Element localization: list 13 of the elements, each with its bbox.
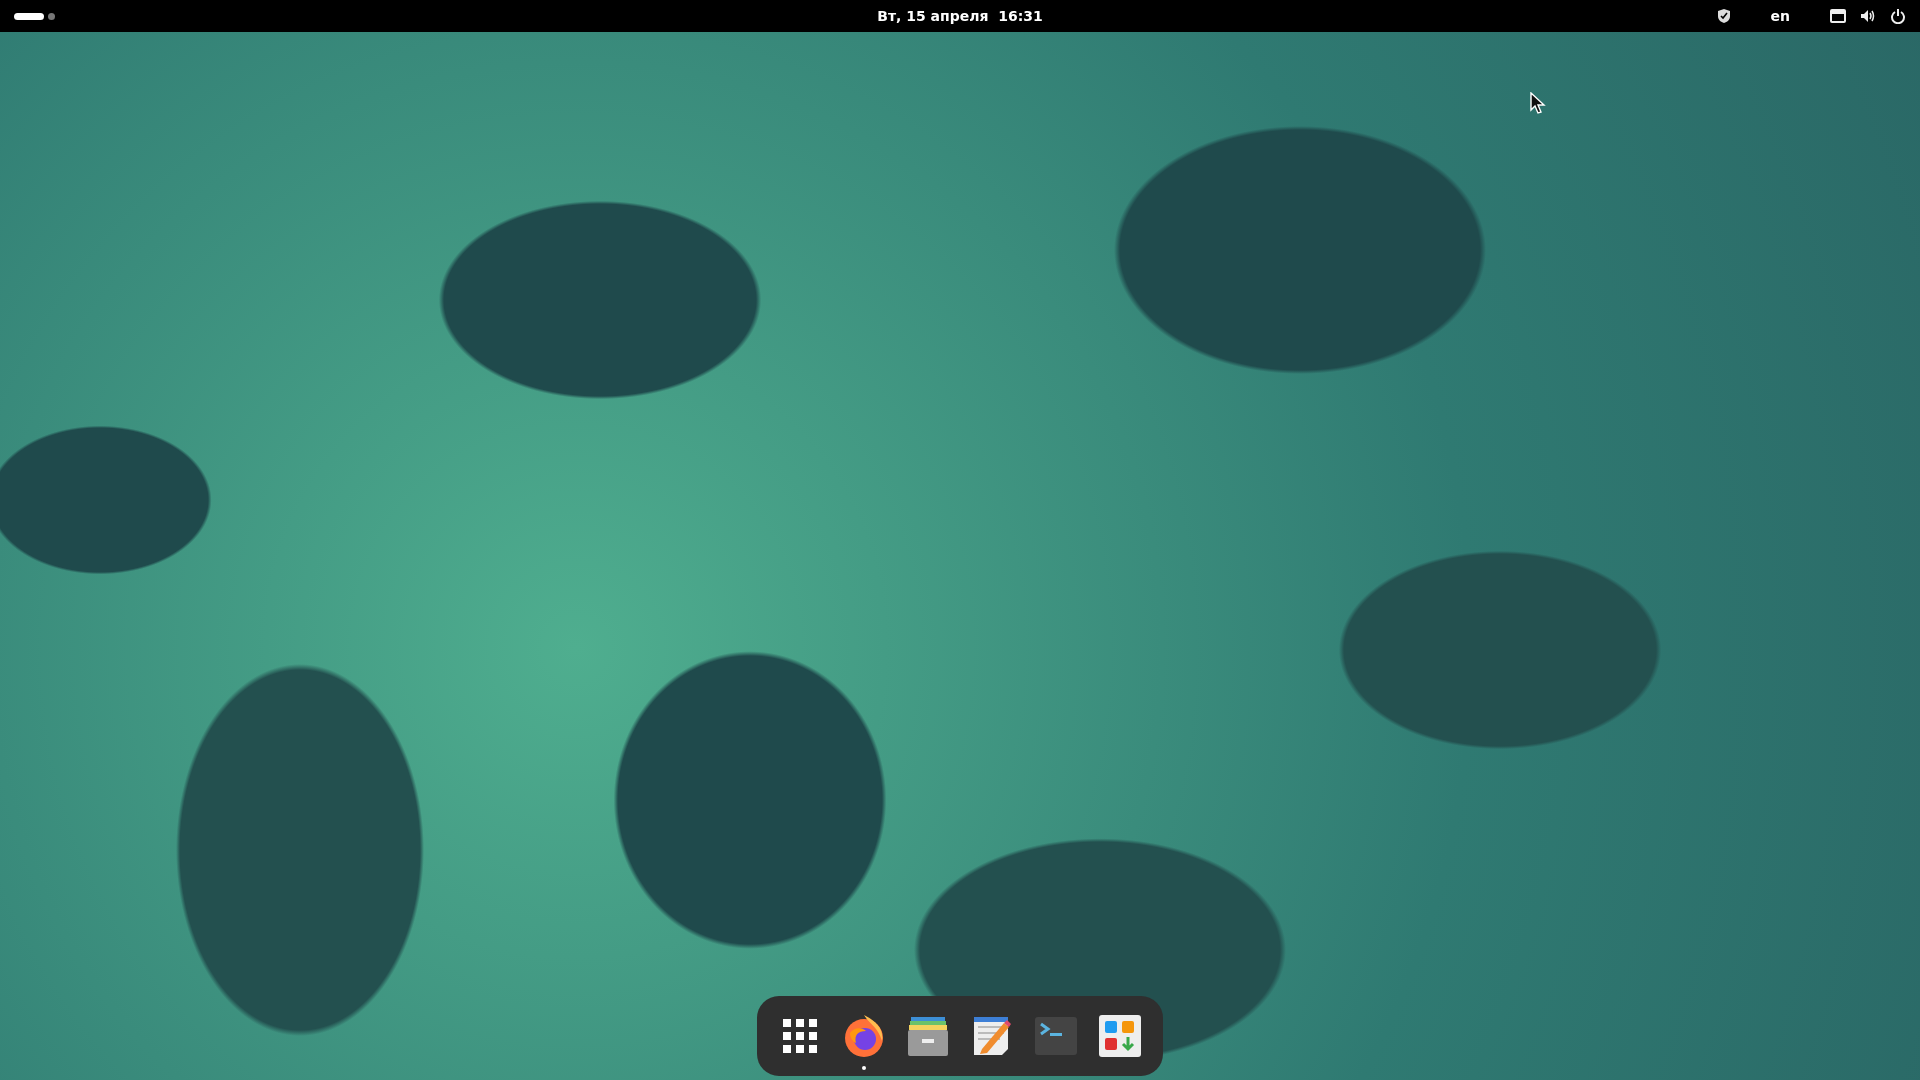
fox-globe-icon[interactable] xyxy=(842,1013,886,1059)
shield-icon[interactable] xyxy=(1716,8,1731,24)
volume-icon[interactable] xyxy=(1860,8,1876,24)
app-grid-icon[interactable] xyxy=(783,1019,817,1053)
file-cabinet-icon[interactable] xyxy=(907,1015,949,1057)
notepad-pencil-icon[interactable] xyxy=(972,1015,1012,1057)
pointer-icon xyxy=(1530,92,1546,114)
clock[interactable]: Вт, 15 апреля 16:31 xyxy=(873,6,1047,26)
software-store-icon[interactable] xyxy=(1099,1015,1141,1057)
workspace-indicator[interactable] xyxy=(14,12,44,20)
power-icon[interactable] xyxy=(1890,8,1906,24)
keyboard-layout[interactable]: en xyxy=(1766,6,1794,26)
terminal-icon[interactable] xyxy=(1035,1017,1077,1055)
